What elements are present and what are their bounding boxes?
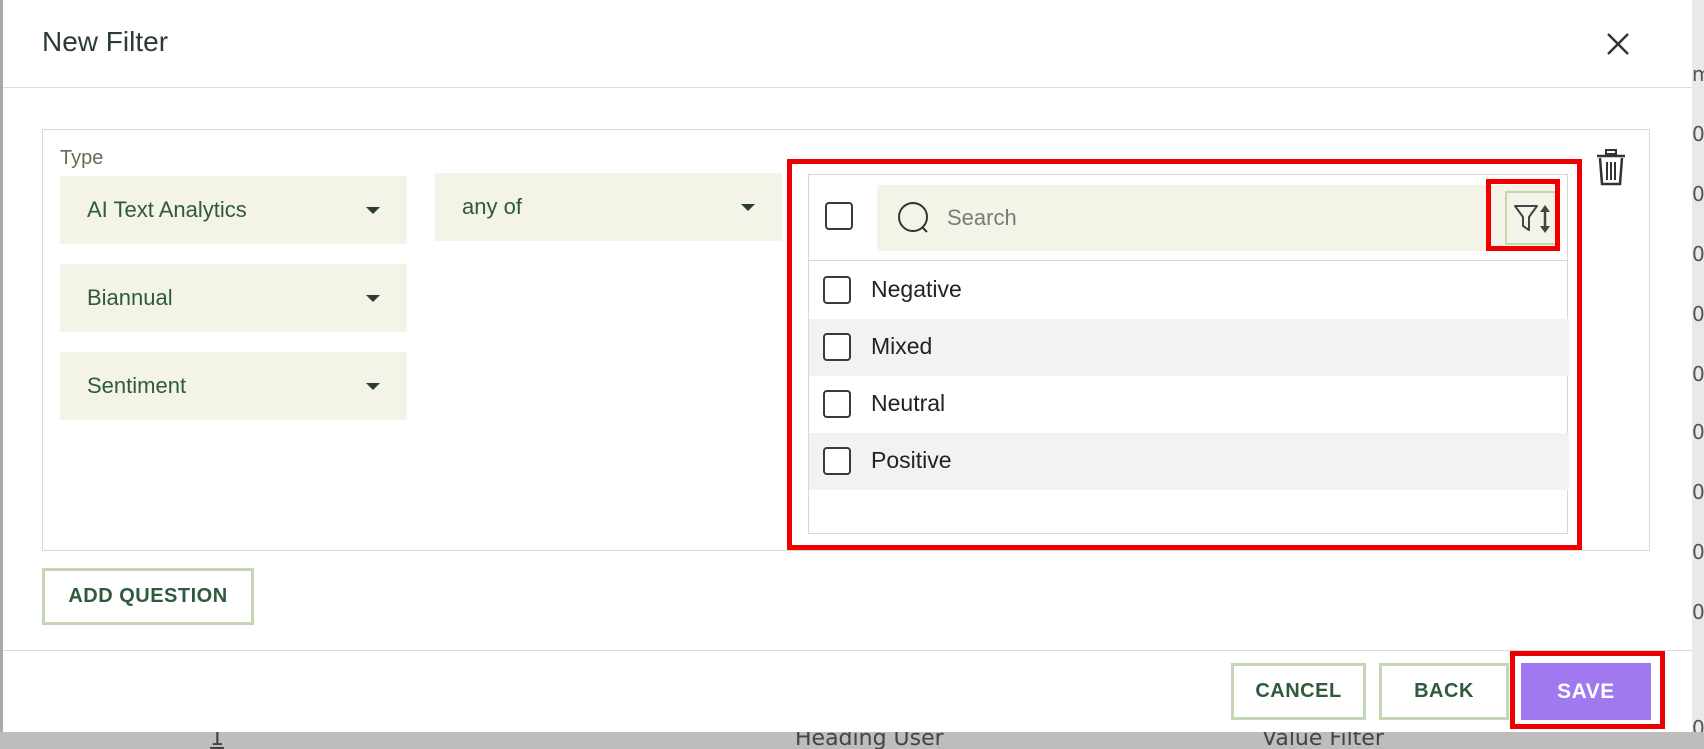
filter-sort-button[interactable]: [1505, 191, 1559, 245]
type-select[interactable]: AI Text Analytics: [60, 176, 407, 244]
select-all-checkbox[interactable]: [825, 202, 853, 230]
option-label: Negative: [871, 276, 962, 302]
background-text: 07: [1692, 122, 1704, 146]
background-text: 07: [1692, 242, 1704, 266]
trash-icon: [1597, 149, 1625, 186]
background-text: m: [1692, 62, 1704, 86]
background-page-bottom: 1 Heading User Value Filter: [0, 732, 1704, 749]
filter-sort-icon: [1514, 205, 1550, 233]
type-label: Type: [60, 147, 104, 169]
save-button[interactable]: SAVE: [1521, 663, 1651, 720]
dialog-header: New Filter: [3, 0, 1692, 88]
footer-divider: [3, 650, 1692, 651]
filter-question-panel: Type AI Text Analytics Biannual Sentimen…: [42, 129, 1650, 551]
background-text: Value Filter: [1262, 732, 1384, 749]
back-button[interactable]: BACK: [1379, 663, 1509, 720]
chevron-down-icon: [366, 383, 380, 390]
background-text: 06: [1692, 480, 1704, 504]
background-text: 06: [1692, 600, 1704, 624]
search-icon: [898, 202, 928, 233]
background-text: 06: [1692, 420, 1704, 444]
period-select[interactable]: Biannual: [60, 264, 407, 332]
select-value: AI Text Analytics: [87, 197, 247, 222]
values-list-header: [809, 175, 1567, 261]
option-negative[interactable]: Negative: [809, 262, 1569, 319]
background-text: Heading User: [795, 732, 944, 749]
chevron-down-icon: [366, 295, 380, 302]
option-checkbox[interactable]: [823, 447, 851, 475]
option-mixed[interactable]: Mixed: [809, 319, 1569, 376]
select-value: any of: [462, 194, 522, 219]
close-icon: [1607, 33, 1629, 55]
background-link: 1: [210, 732, 224, 749]
background-page-edge: m 07 07 07 06 06 06 06 06 06 05: [1692, 0, 1704, 749]
new-filter-dialog: New Filter Type AI Text Analytics Biannu…: [3, 0, 1692, 732]
select-value: Sentiment: [87, 373, 187, 398]
chevron-down-icon: [366, 207, 380, 214]
search-box: [877, 185, 1553, 251]
option-label: Positive: [871, 447, 952, 473]
option-label: Mixed: [871, 333, 933, 359]
option-checkbox[interactable]: [823, 276, 851, 304]
background-text: 06: [1692, 302, 1704, 326]
background-text: 06: [1692, 540, 1704, 564]
category-select[interactable]: Sentiment: [60, 352, 407, 420]
option-checkbox[interactable]: [823, 333, 851, 361]
cancel-button[interactable]: CANCEL: [1231, 663, 1366, 720]
delete-question-button[interactable]: [1595, 148, 1627, 188]
background-text: 07: [1692, 182, 1704, 206]
option-neutral[interactable]: Neutral: [809, 376, 1569, 433]
add-question-button[interactable]: ADD QUESTION: [42, 568, 254, 625]
search-input[interactable]: [947, 195, 1447, 241]
background-text: 06: [1692, 362, 1704, 386]
select-value: Biannual: [87, 285, 173, 310]
close-button[interactable]: [1600, 26, 1636, 62]
option-label: Neutral: [871, 390, 946, 416]
operator-select[interactable]: any of: [435, 173, 782, 241]
chevron-down-icon: [741, 204, 755, 211]
values-list: Negative Mixed Neutral Positive: [808, 174, 1569, 534]
option-positive[interactable]: Positive: [809, 433, 1569, 490]
option-checkbox[interactable]: [823, 390, 851, 418]
dialog-title: New Filter: [42, 26, 169, 57]
